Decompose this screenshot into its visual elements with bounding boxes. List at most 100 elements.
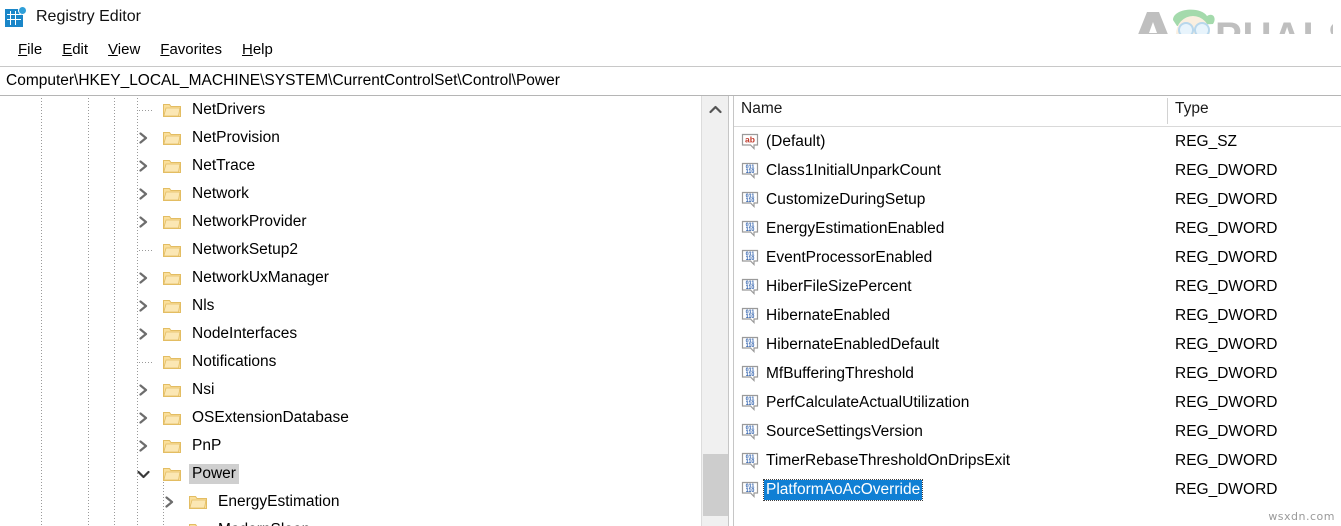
scrollbar-thumb[interactable]: [703, 454, 728, 516]
menu-item-view[interactable]: View: [98, 38, 150, 61]
registry-editor-icon: [5, 6, 27, 28]
tree-item-label[interactable]: OSExtensionDatabase: [189, 408, 352, 428]
svg-text:110: 110: [746, 430, 755, 436]
tree-item-label[interactable]: Nls: [189, 296, 217, 316]
chevron-right-icon[interactable]: [135, 438, 151, 454]
chevron-right-icon[interactable]: [135, 298, 151, 314]
tree-item-nls[interactable]: Nls: [0, 292, 700, 320]
value-row[interactable]: 011 110 HiberFileSizePercent REG_DWORD: [734, 272, 1341, 301]
registry-path[interactable]: Computer\HKEY_LOCAL_MACHINE\SYSTEM\Curre…: [0, 72, 560, 90]
value-row[interactable]: 011 110 SourceSettingsVersion REG_DWORD: [734, 417, 1341, 446]
column-header-name[interactable]: Name: [741, 100, 782, 118]
value-row[interactable]: 011 110 EventProcessorEnabled REG_DWORD: [734, 243, 1341, 272]
chevron-right-icon[interactable]: [135, 382, 151, 398]
tree-item-networksetup2[interactable]: NetworkSetup2: [0, 236, 700, 264]
value-name[interactable]: TimerRebaseThresholdOnDripsExit: [764, 451, 1012, 471]
value-row[interactable]: 011 110 MfBufferingThreshold REG_DWORD: [734, 359, 1341, 388]
tree-rows: NetDrivers NetProvision NetTrace Network Net…: [0, 96, 700, 526]
chevron-down-icon[interactable]: [135, 466, 151, 482]
tree-item-notifications[interactable]: Notifications: [0, 348, 700, 376]
tree-item-energyestimation[interactable]: EnergyEstimation: [0, 488, 700, 516]
value-name[interactable]: (Default): [764, 132, 827, 152]
column-divider[interactable]: [1167, 98, 1168, 124]
value-name[interactable]: SourceSettingsVersion: [764, 422, 925, 442]
svg-text:ab: ab: [745, 135, 755, 145]
value-row[interactable]: 011 110 PerfCalculateActualUtilization REG_…: [734, 388, 1341, 417]
string-value-icon: ab: [741, 133, 759, 150]
tree-item-netdrivers[interactable]: NetDrivers: [0, 96, 700, 124]
folder-icon: [163, 467, 181, 481]
dword-value-icon: 011 110: [741, 481, 759, 498]
chevron-right-icon[interactable]: [135, 130, 151, 146]
scroll-up-arrow-icon[interactable]: [702, 96, 728, 122]
tree-item-label[interactable]: PnP: [189, 436, 224, 456]
tree-item-networkuxmanager[interactable]: NetworkUxManager: [0, 264, 700, 292]
tree-item-network[interactable]: Network: [0, 180, 700, 208]
chevron-right-icon[interactable]: [135, 270, 151, 286]
tree-item-label[interactable]: Network: [189, 184, 252, 204]
tree-item-nettrace[interactable]: NetTrace: [0, 152, 700, 180]
svg-text:110: 110: [746, 488, 755, 494]
tree-item-netprovision[interactable]: NetProvision: [0, 124, 700, 152]
value-name[interactable]: HiberFileSizePercent: [764, 277, 914, 297]
folder-icon: [163, 187, 181, 201]
value-name[interactable]: EnergyEstimationEnabled: [764, 219, 946, 239]
tree-item-power[interactable]: Power: [0, 460, 700, 488]
value-row[interactable]: 011 110 PlatformAoAcOverride REG_DWORD: [734, 475, 1341, 504]
value-row[interactable]: 011 110 CustomizeDuringSetup REG_DWORD: [734, 185, 1341, 214]
chevron-right-icon[interactable]: [135, 186, 151, 202]
registry-values-pane[interactable]: Name Type ab (Default) REG_SZ 011 110 Class1I…: [734, 96, 1341, 526]
tree-vertical-scrollbar[interactable]: [701, 96, 728, 526]
tree-item-label[interactable]: Nsi: [189, 380, 217, 400]
tree-item-label[interactable]: ModernSleep: [215, 520, 313, 526]
chevron-right-icon[interactable]: [135, 410, 151, 426]
value-name-rename-input[interactable]: PlatformAoAcOverride: [762, 478, 924, 501]
tree-item-nsi[interactable]: Nsi: [0, 376, 700, 404]
address-bar[interactable]: Computer\HKEY_LOCAL_MACHINE\SYSTEM\Curre…: [0, 66, 1341, 96]
value-type: REG_DWORD: [1175, 335, 1278, 353]
tree-item-nodeinterfaces[interactable]: NodeInterfaces: [0, 320, 700, 348]
value-row[interactable]: 011 110 HibernateEnabled REG_DWORD: [734, 301, 1341, 330]
tree-item-pnp[interactable]: PnP: [0, 432, 700, 460]
tree-item-osextensiondatabase[interactable]: OSExtensionDatabase: [0, 404, 700, 432]
menu-item-file[interactable]: File: [8, 38, 52, 61]
menu-item-favorites[interactable]: Favorites: [150, 38, 232, 61]
value-row[interactable]: 011 110 TimerRebaseThresholdOnDripsExit REG…: [734, 446, 1341, 475]
column-header-type[interactable]: Type: [1175, 100, 1209, 118]
tree-item-modernsleep[interactable]: ModernSleep: [0, 516, 700, 526]
tree-item-networkprovider[interactable]: NetworkProvider: [0, 208, 700, 236]
registry-tree-pane[interactable]: NetDrivers NetProvision NetTrace Network Net…: [0, 96, 700, 526]
list-column-header: Name Type: [734, 96, 1341, 127]
value-row[interactable]: 011 110 EnergyEstimationEnabled REG_DWORD: [734, 214, 1341, 243]
value-name[interactable]: CustomizeDuringSetup: [764, 190, 927, 210]
tree-item-label[interactable]: NetworkProvider: [189, 212, 310, 232]
tree-item-label[interactable]: NetworkUxManager: [189, 268, 332, 288]
chevron-right-icon[interactable]: [161, 494, 177, 510]
tree-item-label[interactable]: Notifications: [189, 352, 279, 372]
value-row[interactable]: ab (Default) REG_SZ: [734, 127, 1341, 156]
tree-item-label[interactable]: NetworkSetup2: [189, 240, 301, 260]
value-type: REG_DWORD: [1175, 480, 1278, 498]
tree-item-label[interactable]: NetDrivers: [189, 100, 268, 120]
value-name[interactable]: HibernateEnabled: [764, 306, 892, 326]
value-name[interactable]: MfBufferingThreshold: [764, 364, 916, 384]
value-name[interactable]: Class1InitialUnparkCount: [764, 161, 943, 181]
value-name[interactable]: PerfCalculateActualUtilization: [764, 393, 971, 413]
value-name[interactable]: HibernateEnabledDefault: [764, 335, 941, 355]
chevron-right-icon[interactable]: [135, 214, 151, 230]
menu-item-help[interactable]: Help: [232, 38, 283, 61]
menu-item-edit[interactable]: Edit: [52, 38, 98, 61]
tree-item-label[interactable]: EnergyEstimation: [215, 492, 342, 512]
value-row[interactable]: 011 110 HibernateEnabledDefault REG_DWORD: [734, 330, 1341, 359]
tree-item-label[interactable]: NodeInterfaces: [189, 324, 300, 344]
value-type: REG_DWORD: [1175, 422, 1278, 440]
svg-text:110: 110: [746, 401, 755, 407]
value-name[interactable]: EventProcessorEnabled: [764, 248, 934, 268]
svg-text:110: 110: [746, 343, 755, 349]
tree-item-label[interactable]: NetProvision: [189, 128, 283, 148]
tree-item-label[interactable]: Power: [189, 464, 239, 484]
chevron-right-icon[interactable]: [135, 326, 151, 342]
tree-item-label[interactable]: NetTrace: [189, 156, 258, 176]
chevron-right-icon[interactable]: [135, 158, 151, 174]
value-row[interactable]: 011 110 Class1InitialUnparkCount REG_DWORD: [734, 156, 1341, 185]
